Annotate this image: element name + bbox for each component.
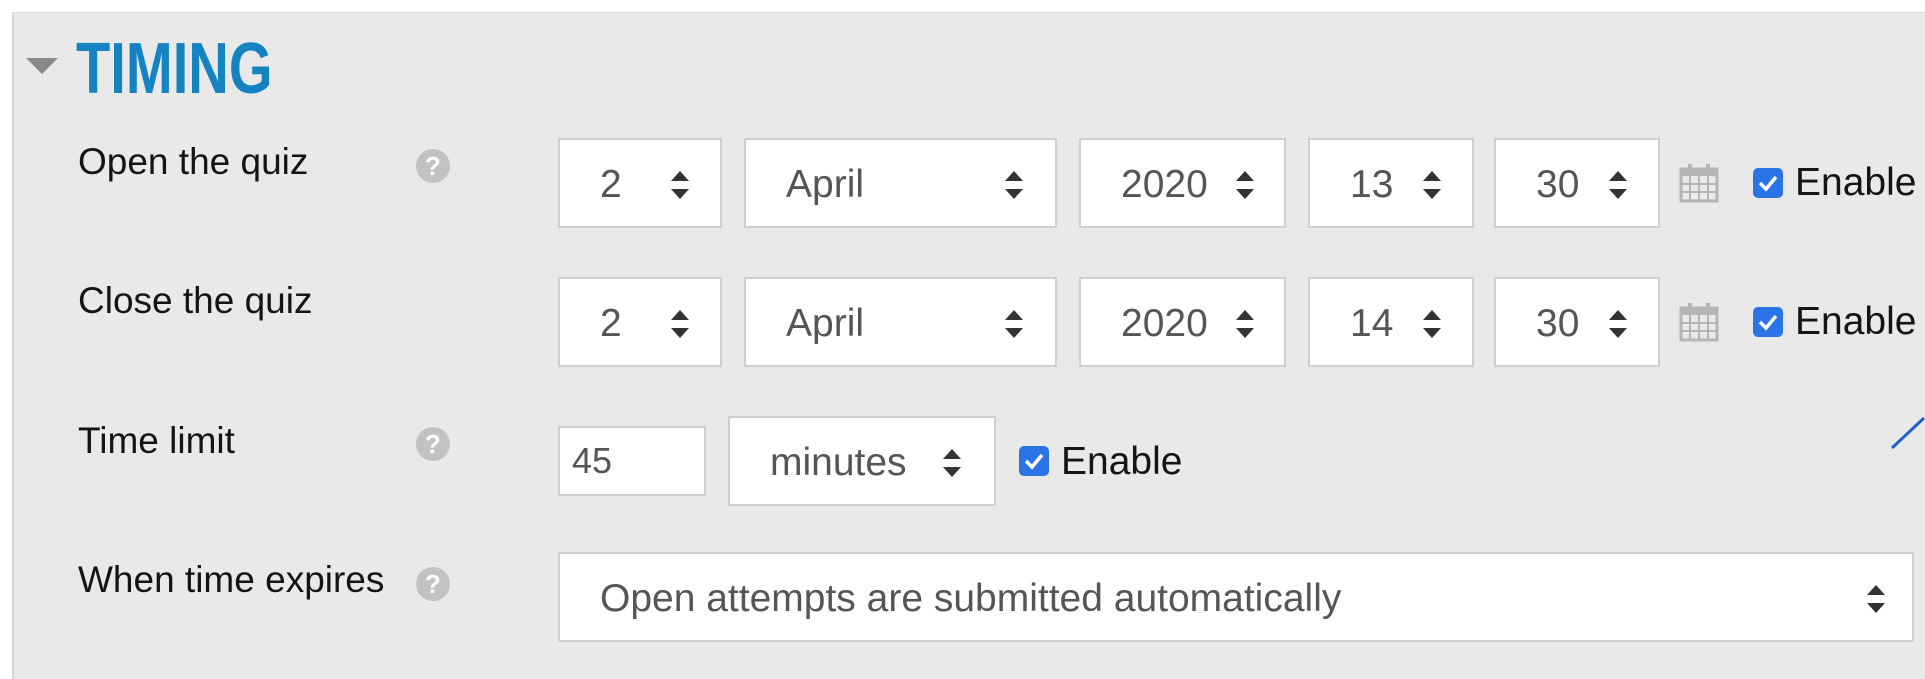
time-expires-value: Open attempts are submitted automaticall…: [600, 577, 1342, 620]
sort-updown-icon: [1423, 310, 1441, 338]
sort-updown-icon: [1867, 585, 1885, 613]
sort-updown-icon: [671, 310, 689, 338]
triangle-down-icon[interactable]: [26, 58, 58, 74]
time-expires-select[interactable]: Open attempts are submitted automaticall…: [558, 552, 1914, 642]
time-unit-select[interactable]: minutes: [728, 416, 996, 506]
close-year-select[interactable]: 2020: [1079, 277, 1286, 367]
close-year-value: 2020: [1121, 302, 1208, 345]
close-day-select[interactable]: 2: [558, 277, 722, 367]
open-month-select[interactable]: April: [744, 138, 1057, 228]
open-minute-value: 30: [1536, 163, 1580, 206]
sort-updown-icon: [1423, 171, 1441, 199]
open-hour-select[interactable]: 13: [1308, 138, 1474, 228]
close-enable-checkbox[interactable]: [1753, 307, 1783, 337]
time-limit-label: Time limit: [78, 420, 235, 461]
annotation-stroke: [1890, 416, 1925, 450]
calendar-icon[interactable]: [1679, 163, 1719, 203]
sort-updown-icon: [1005, 310, 1023, 338]
time-expires-label: When time expires: [78, 559, 385, 600]
close-quiz-label: Close the quiz: [78, 280, 313, 321]
sort-updown-icon: [1236, 310, 1254, 338]
checkmark-icon: [1758, 175, 1778, 192]
close-minute-value: 30: [1536, 302, 1580, 345]
open-quiz-label: Open the quiz: [78, 141, 309, 182]
close-minute-select[interactable]: 30: [1494, 277, 1660, 367]
question-circle-icon[interactable]: ?: [416, 427, 450, 461]
sort-updown-icon: [943, 449, 961, 477]
open-hour-value: 13: [1350, 163, 1394, 206]
sort-updown-icon: [1005, 171, 1023, 199]
close-month-value: April: [786, 302, 865, 345]
open-month-value: April: [786, 163, 865, 206]
close-hour-value: 14: [1350, 302, 1394, 345]
open-year-value: 2020: [1121, 163, 1208, 206]
close-day-value: 2: [600, 302, 622, 345]
time-unit-value: minutes: [770, 441, 907, 484]
open-year-select[interactable]: 2020: [1079, 138, 1286, 228]
open-enable-checkbox[interactable]: [1753, 168, 1783, 198]
sort-updown-icon: [1236, 171, 1254, 199]
question-circle-icon[interactable]: ?: [416, 567, 450, 601]
time-limit-enable-checkbox[interactable]: [1019, 446, 1049, 476]
time-limit-input[interactable]: [558, 426, 706, 496]
sort-updown-icon: [1609, 171, 1627, 199]
checkmark-icon: [1024, 453, 1044, 470]
close-month-select[interactable]: April: [744, 277, 1057, 367]
open-enable-label[interactable]: Enable: [1795, 161, 1916, 205]
checkmark-icon: [1758, 314, 1778, 331]
question-circle-icon[interactable]: ?: [416, 149, 450, 183]
calendar-icon[interactable]: [1679, 302, 1719, 342]
open-day-value: 2: [600, 163, 622, 206]
time-limit-enable-label[interactable]: Enable: [1061, 440, 1182, 484]
sort-updown-icon: [1609, 310, 1627, 338]
close-hour-select[interactable]: 14: [1308, 277, 1474, 367]
open-day-select[interactable]: 2: [558, 138, 722, 228]
section-title[interactable]: TIMING: [76, 24, 273, 114]
close-enable-label[interactable]: Enable: [1795, 300, 1916, 344]
open-minute-select[interactable]: 30: [1494, 138, 1660, 228]
sort-updown-icon: [671, 171, 689, 199]
